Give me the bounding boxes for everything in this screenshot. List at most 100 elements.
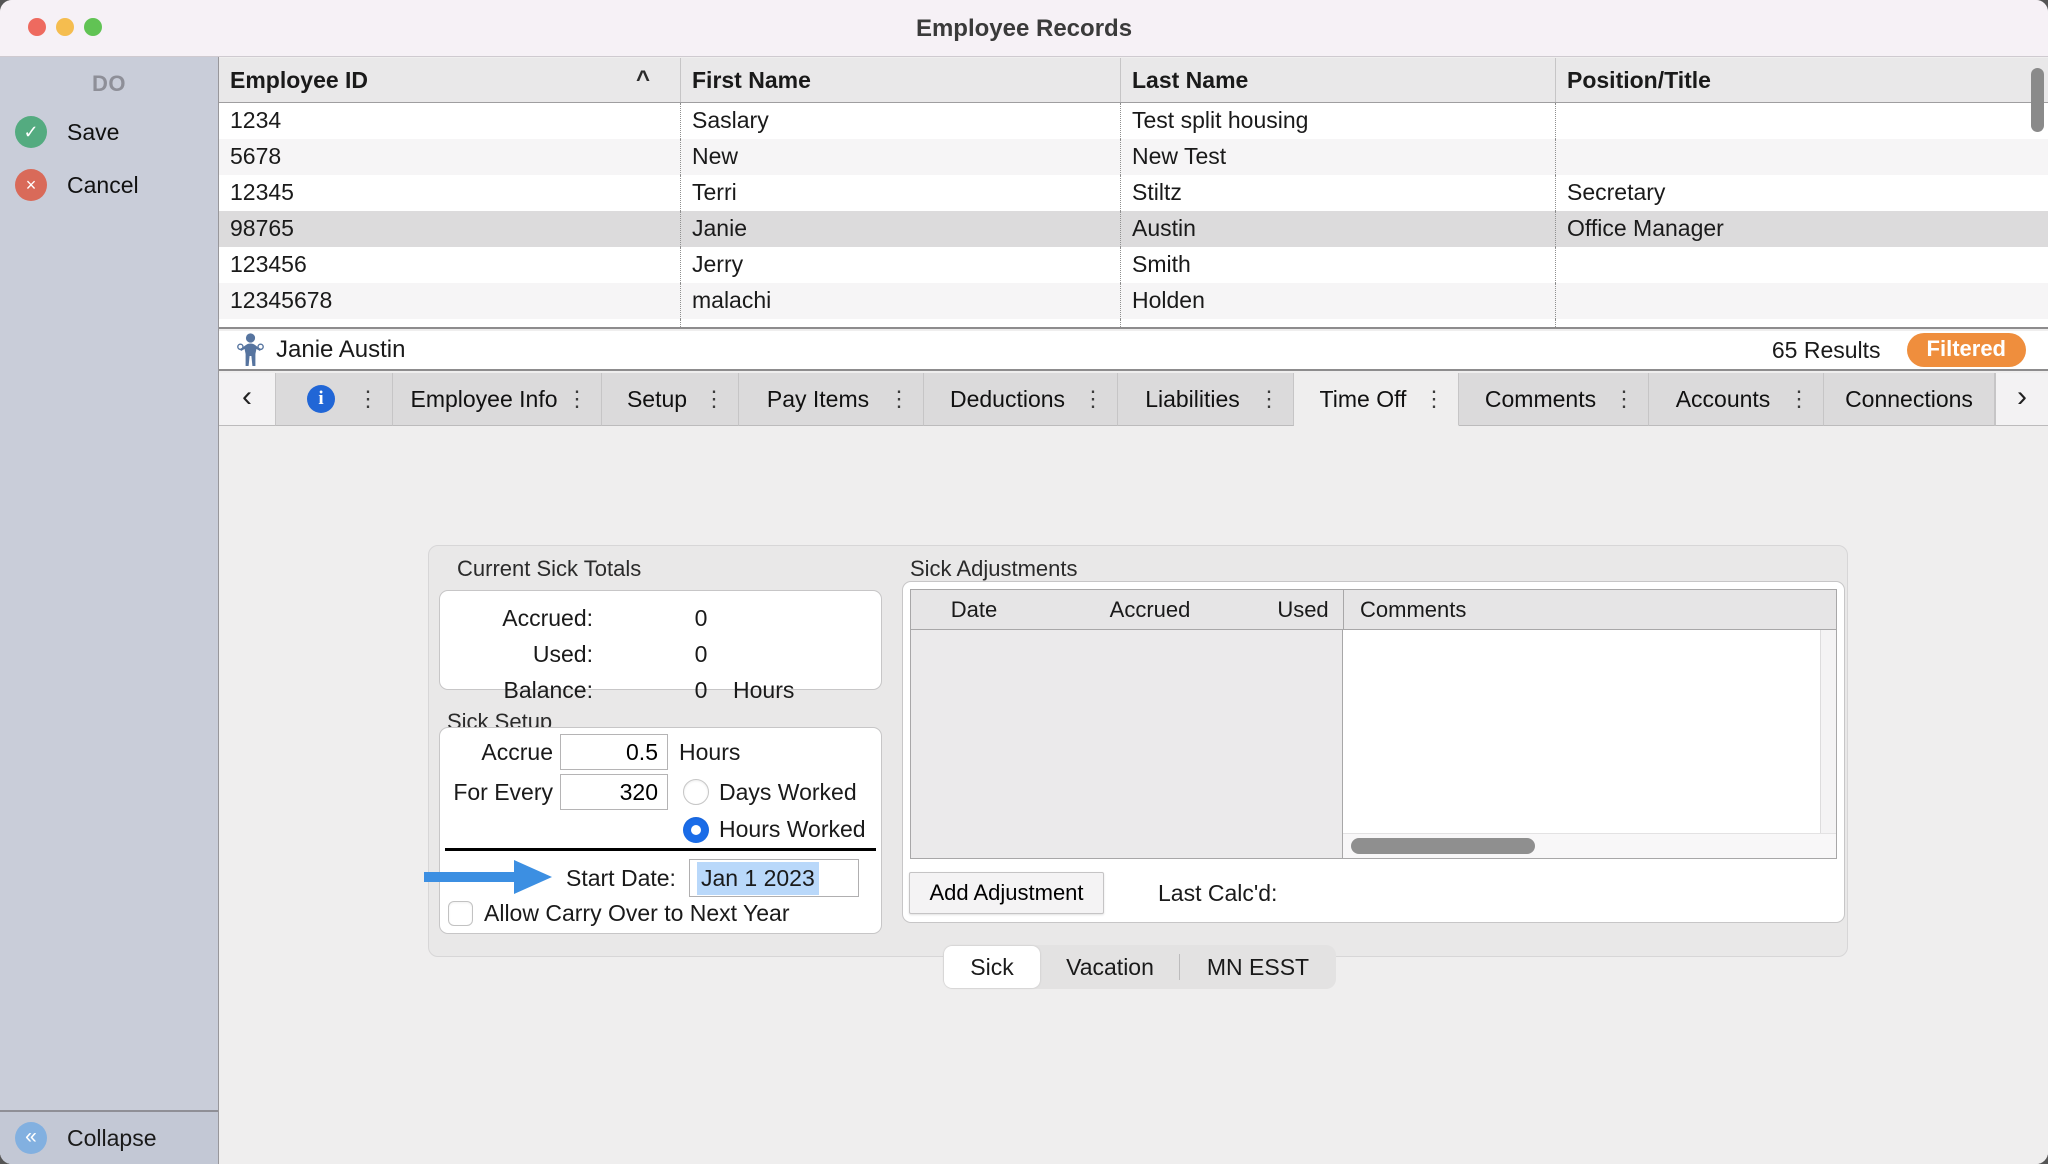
tabs-scroll-right-button[interactable]: ›	[1995, 373, 2048, 426]
tab-time-off[interactable]: Time Off ⋮	[1294, 373, 1459, 426]
adj-column-comments[interactable]: Comments	[1343, 590, 1836, 630]
sort-ascending-icon: ^	[636, 58, 650, 102]
totals-label: Accrued:	[440, 605, 593, 632]
setup-box: Accrue Hours For Every Days Worked Hours…	[439, 727, 882, 934]
column-header-last-name[interactable]: Last Name	[1121, 58, 1556, 102]
cell-employee-id: 123456	[219, 247, 681, 283]
for-every-input[interactable]	[560, 774, 668, 810]
adj-column-date[interactable]: Date	[911, 597, 1037, 623]
cell-position-title: Office Manager	[1556, 211, 2048, 247]
table-row[interactable]: 12345678 malachi Holden	[219, 283, 2048, 319]
carry-over-checkbox[interactable]	[448, 901, 473, 926]
totals-group-title: Current Sick Totals	[457, 556, 641, 582]
kebab-menu-icon[interactable]: ⋮	[1082, 386, 1104, 412]
column-label: Last Name	[1132, 58, 1248, 102]
adjustments-table-body	[911, 630, 1836, 858]
comments-empty-area[interactable]	[1343, 630, 1820, 833]
column-label: Employee ID	[230, 58, 368, 102]
tab-label: Setup	[627, 386, 713, 413]
tab-pay-items[interactable]: Pay Items ⋮	[739, 373, 924, 426]
cell-last-name: Holden	[1121, 283, 1556, 319]
adjustments-table: Date Accrued Used Comments	[910, 589, 1837, 859]
table-vertical-scrollbar[interactable]	[2031, 68, 2044, 132]
column-header-first-name[interactable]: First Name	[681, 58, 1121, 102]
tab-label: Time Off	[1320, 386, 1433, 413]
kebab-menu-icon[interactable]: ⋮	[1613, 386, 1635, 412]
tab-mn-esst[interactable]: MN ESST	[1180, 945, 1336, 989]
for-every-label: For Every	[440, 779, 553, 806]
cell-first-name: Terri	[681, 175, 1121, 211]
kebab-menu-icon[interactable]: ⋮	[1258, 386, 1280, 412]
tab-employee-info[interactable]: Employee Info ⋮	[393, 373, 602, 426]
table-row[interactable]: 5678 New New Test	[219, 139, 2048, 175]
accrue-label: Accrue	[440, 739, 553, 766]
sidebar: DO ✓ Save × Cancel « Collapse	[0, 57, 218, 1164]
tab-comments[interactable]: Comments ⋮	[1459, 373, 1649, 426]
tab-sick[interactable]: Sick	[944, 946, 1040, 988]
tab-setup[interactable]: Setup ⋮	[602, 373, 739, 426]
table-row-selected[interactable]: 98765 Janie Austin Office Manager	[219, 211, 2048, 247]
kebab-menu-icon[interactable]: ⋮	[1423, 386, 1445, 412]
kebab-menu-icon[interactable]: ⋮	[1788, 386, 1810, 412]
adj-column-used[interactable]: Used	[1263, 597, 1343, 623]
info-icon: i	[307, 385, 335, 413]
hours-worked-radio[interactable]	[683, 817, 709, 843]
cell-last-name: New Test	[1121, 139, 1556, 175]
employee-table: Employee ID ^ First Name Last Name Posit…	[219, 58, 2048, 329]
filtered-badge: Filtered	[1907, 333, 2026, 367]
selected-record-name: Janie Austin	[276, 336, 405, 364]
adjustments-rows-area	[911, 630, 1343, 858]
column-header-employee-id[interactable]: Employee ID ^	[219, 58, 681, 102]
tab-accounts[interactable]: Accounts ⋮	[1649, 373, 1824, 426]
cell-last-name: Smith	[1121, 247, 1556, 283]
table-row[interactable]: 12345 Terri Stiltz Secretary	[219, 175, 2048, 211]
kebab-menu-icon[interactable]: ⋮	[888, 386, 910, 412]
column-header-position-title[interactable]: Position/Title	[1556, 58, 2048, 102]
collapse-button[interactable]: « Collapse	[0, 1110, 218, 1164]
add-adjustment-button[interactable]: Add Adjustment	[909, 872, 1104, 914]
kebab-menu-icon[interactable]: ⋮	[703, 386, 725, 412]
record-tabbar: ‹ i ⋮ Employee Info ⋮ Setup ⋮ Pay Items …	[219, 373, 2048, 426]
save-button[interactable]: ✓ Save	[15, 114, 212, 150]
tab-label: Accounts	[1676, 386, 1797, 413]
comments-horizontal-scrollbar[interactable]	[1343, 833, 1836, 858]
tab-deductions[interactable]: Deductions ⋮	[924, 373, 1118, 426]
cancel-button[interactable]: × Cancel	[15, 167, 212, 203]
last-calcd-label: Last Calc'd:	[1158, 872, 1277, 914]
tab-label: Comments	[1485, 386, 1622, 413]
tab-label: Sick	[970, 954, 1013, 981]
totals-value: 0	[681, 677, 721, 704]
cell-first-name: malachi	[681, 283, 1121, 319]
tab-label: MN ESST	[1207, 954, 1309, 981]
tab-label: Pay Items	[767, 386, 895, 413]
kebab-menu-icon[interactable]: ⋮	[357, 386, 379, 412]
adj-column-accrued[interactable]: Accrued	[1037, 597, 1263, 623]
tabs-scroll-left-button[interactable]: ‹	[219, 373, 276, 426]
carry-over-label: Allow Carry Over to Next Year	[484, 900, 790, 927]
totals-label: Balance:	[440, 677, 593, 704]
totals-value: 0	[681, 605, 721, 632]
cell-position-title	[1556, 103, 2048, 139]
employee-person-icon	[237, 333, 264, 367]
tab-connections[interactable]: Connections	[1824, 373, 1995, 426]
kebab-menu-icon[interactable]: ⋮	[566, 386, 588, 412]
sidebar-section-header: DO	[0, 71, 218, 97]
employee-table-body: 1234 Saslary Test split housing 5678 New…	[219, 103, 2048, 327]
accrue-unit-label: Hours	[679, 739, 740, 766]
table-row[interactable]: 123456 Jerry Smith	[219, 247, 2048, 283]
adjustments-panel: Date Accrued Used Comments	[902, 581, 1845, 923]
tab-vacation[interactable]: Vacation	[1041, 945, 1179, 989]
hours-worked-label: Hours Worked	[719, 816, 866, 843]
horizontal-scroll-thumb[interactable]	[1351, 838, 1535, 854]
days-worked-radio[interactable]	[683, 779, 709, 805]
hours-worked-row: Hours Worked	[683, 816, 866, 843]
tab-info[interactable]: i ⋮	[276, 373, 393, 426]
tab-liabilities[interactable]: Liabilities ⋮	[1118, 373, 1294, 426]
comments-vertical-scrollbar[interactable]	[1820, 630, 1836, 833]
cell-first-name: Jerry	[681, 247, 1121, 283]
start-date-input[interactable]: Jan 1 2023	[689, 859, 859, 897]
cell-last-name: Test split housing	[1121, 103, 1556, 139]
table-row[interactable]: 1234 Saslary Test split housing	[219, 103, 2048, 139]
accrue-input[interactable]	[560, 734, 668, 770]
start-date-row: Start Date: Jan 1 2023	[566, 859, 859, 897]
